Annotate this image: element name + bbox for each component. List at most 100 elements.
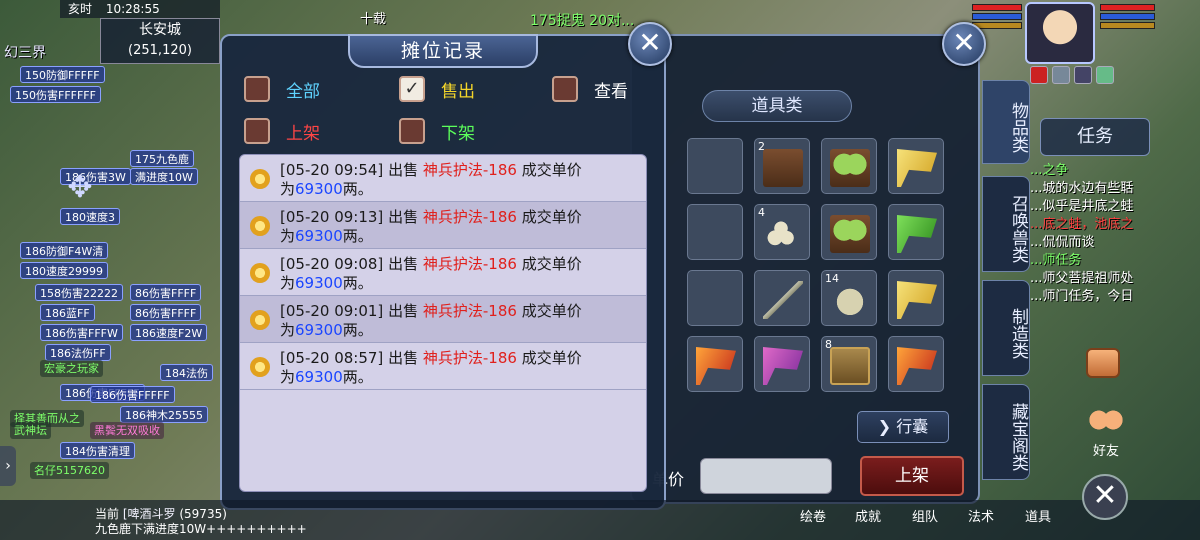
server-name: 幻三界 (4, 45, 46, 61)
record-action: 出售 (388, 255, 419, 273)
checkbox[interactable] (244, 118, 270, 144)
close-main-icon[interactable]: ✕ (1082, 474, 1128, 520)
stall-name-label[interactable]: 86伤害FFFF (130, 284, 202, 301)
inventory-slot[interactable] (687, 138, 743, 194)
fruit-item-icon (830, 149, 870, 187)
tab-treasure-house[interactable]: 藏宝阁类 (982, 384, 1030, 480)
minimap-city[interactable]: 长安城 (251,120) (100, 18, 220, 64)
record-suffix: 两。 (342, 321, 373, 339)
inventory-slot[interactable]: 14 (821, 270, 877, 326)
inventory-slot[interactable] (754, 336, 810, 392)
flag-red-item-icon (696, 347, 736, 385)
record-action: 出售 (388, 349, 419, 367)
price-input[interactable] (700, 458, 832, 494)
checkbox[interactable] (244, 76, 270, 102)
player-mp-bar (1100, 13, 1155, 20)
filter-listed[interactable]: 上架 (244, 116, 320, 146)
task-tracker[interactable]: ...之争 ...城的水边有些聒 ...似乎是井底之蛙 ...底之蛙，池底之 ...侃侃… (1030, 162, 1150, 306)
checkbox[interactable]: ✓ (399, 76, 425, 102)
tab-pets[interactable]: 召唤兽类 (982, 176, 1030, 272)
bag-button-label: 行囊 (896, 417, 929, 436)
inventory-slot[interactable] (888, 270, 944, 326)
mask-buff-icon[interactable] (1074, 66, 1092, 84)
inventory-slot[interactable]: 4 (754, 204, 810, 260)
inventory-slot[interactable] (888, 138, 944, 194)
inventory-slot[interactable] (687, 270, 743, 326)
chat-preview[interactable]: 当前 [啤酒斗罗 (59735) 九色鹿下满进度10W++++++++++ (95, 507, 307, 537)
stall-name-label[interactable]: 86伤害FFFF (130, 304, 202, 321)
bag-button[interactable]: ❯ 行囊 (857, 411, 949, 443)
camera-icon[interactable] (1086, 348, 1120, 378)
stall-name-label[interactable]: 满进度10W (130, 168, 198, 185)
inventory-slot[interactable] (687, 336, 743, 392)
fruit-item-icon (830, 215, 870, 253)
expand-left-arrow-icon[interactable]: › (0, 446, 16, 486)
stall-name-label[interactable]: 186伤害FFFW (40, 324, 123, 341)
stall-name-label[interactable]: 名仔5157620 (30, 462, 109, 479)
flag-green-item-icon (897, 215, 937, 253)
inventory-slot[interactable] (821, 204, 877, 260)
inventory-slot[interactable] (754, 270, 810, 326)
checkbox[interactable] (399, 118, 425, 144)
task-line: ...之争 (1030, 163, 1069, 178)
stall-name-label[interactable]: 186速度F2W (130, 324, 208, 341)
close-inventory-icon[interactable]: ✕ (942, 22, 986, 66)
stall-name-label[interactable]: 186伤害FFFFF (90, 386, 175, 403)
chat-channel: 当前 (95, 507, 120, 521)
chat-score: (59735) (179, 507, 227, 521)
gear-buff-icon[interactable] (1052, 66, 1070, 84)
tab-crafting[interactable]: 制造类 (982, 280, 1030, 376)
stall-name-label[interactable]: 186法伤FF (45, 344, 111, 361)
menu-item[interactable]: 道具 (1025, 506, 1051, 525)
inventory-slot[interactable]: 2 (754, 138, 810, 194)
close-dialog-icon[interactable]: ✕ (628, 22, 672, 66)
task-line: ...似乎是井底之蛙 (1030, 199, 1134, 214)
stall-name-label[interactable]: 武神坛 (10, 422, 51, 439)
stall-name-label[interactable]: 150防御FFFFF (20, 66, 105, 83)
stall-name-label[interactable]: 黑鬓无双吸收 (90, 422, 164, 439)
stall-name-label[interactable]: 150伤害FFFFFF (10, 86, 101, 103)
bun-item-icon (763, 215, 803, 253)
move-icon[interactable]: ✥ (60, 168, 100, 208)
time-bar: 亥时 10:28:55 (60, 0, 220, 18)
ghost-task-tracker[interactable]: 175捉鬼 20对... (530, 10, 634, 30)
filter-viewed[interactable]: 查看 (552, 74, 628, 104)
menu-item[interactable]: 成就 (855, 506, 881, 525)
stall-name-label[interactable]: 184法伤 (160, 364, 213, 381)
record-list[interactable]: [05-20 09:54] 出售 神兵护法-186 成交单价 为69300两。 [0… (239, 154, 647, 492)
menu-item[interactable]: 组队 (912, 506, 938, 525)
heart-buff-icon[interactable] (1030, 66, 1048, 84)
stall-name-label[interactable]: 180速度3 (60, 208, 120, 225)
inventory-slot[interactable] (888, 336, 944, 392)
stall-name-label[interactable]: 186防御F4W清 (20, 242, 109, 259)
stall-name-label[interactable]: 175九色鹿 (130, 150, 194, 167)
chat-message: 九色鹿下满进度10W++++++++++ (95, 522, 307, 536)
stall-name-label[interactable]: 186蓝FF (40, 304, 95, 321)
list-item-button[interactable]: 上架 (860, 456, 964, 496)
friends-button[interactable]: 好友 (1088, 408, 1124, 459)
filter-all[interactable]: 全部 (244, 74, 320, 104)
stall-name-label[interactable]: 158伤害22222 (35, 284, 123, 301)
player-avatar[interactable] (1025, 2, 1095, 64)
stall-name-label[interactable]: 186神木25555 (120, 406, 208, 423)
inventory-slot[interactable]: 8 (821, 336, 877, 392)
filter-delisted[interactable]: 下架 (399, 116, 475, 146)
record-mid: 成交单价 (521, 161, 582, 179)
player-anger-bar (1100, 22, 1155, 29)
inventory-slot[interactable] (888, 204, 944, 260)
filter-label: 售出 (441, 81, 475, 102)
stall-name-label[interactable]: 180速度29999 (20, 262, 108, 279)
inventory-slot[interactable] (687, 204, 743, 260)
leaf-buff-icon[interactable] (1096, 66, 1114, 84)
menu-item[interactable]: 法术 (968, 506, 994, 525)
stall-name-label[interactable]: 184伤害清理 (60, 442, 135, 459)
inventory-slot[interactable] (821, 138, 877, 194)
record-time: [05-20 09:08] (280, 255, 384, 273)
stall-name-label[interactable]: 宏豪之玩家 (40, 360, 103, 377)
task-tab[interactable]: 任务 (1040, 118, 1150, 156)
coin-icon (250, 310, 270, 330)
menu-item[interactable]: 绘卷 (800, 506, 826, 525)
filter-sold[interactable]: ✓ 售出 (399, 74, 475, 104)
checkbox[interactable] (552, 76, 578, 102)
tab-items[interactable]: 物品类 (982, 80, 1030, 164)
